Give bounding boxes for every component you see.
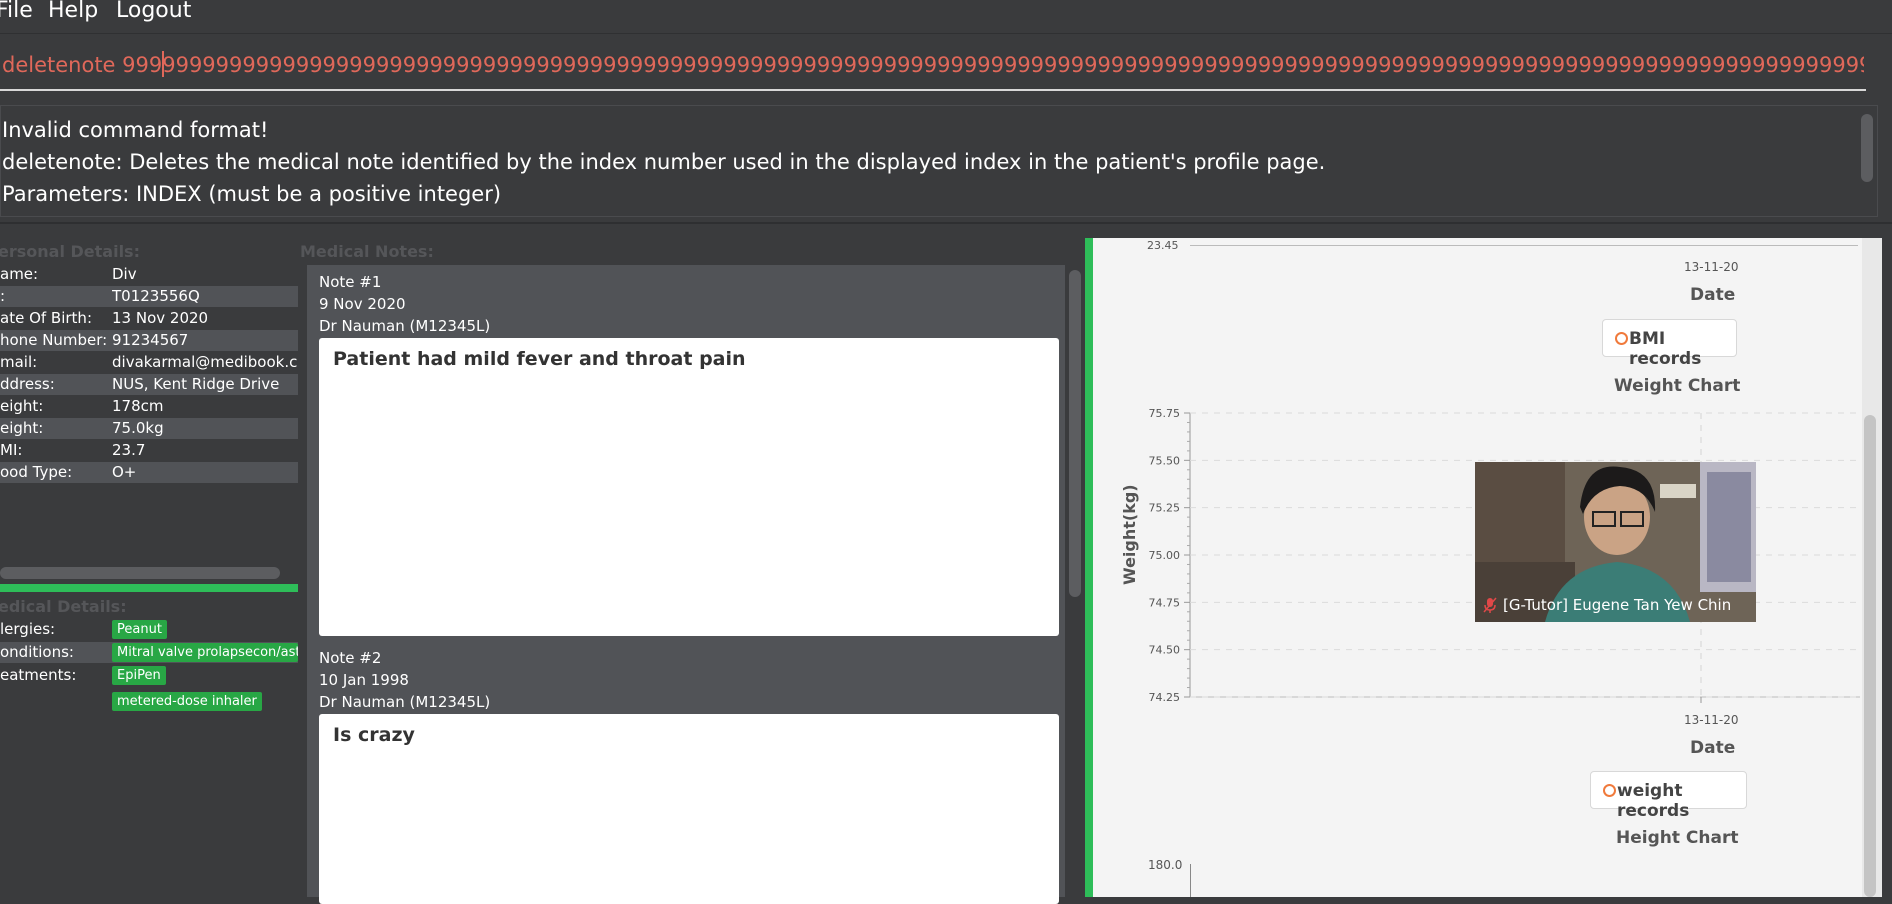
bmi-x-label: Date [1690,285,1736,305]
allergy-tag: Peanut [112,620,167,639]
weight-y-tick-label: 75.00 [1149,549,1181,562]
note-content: Patient had mild fever and throat pain [333,348,746,370]
note-card-1[interactable]: Note #1 9 Nov 2020 Dr Nauman (M12345L) P… [307,265,1065,642]
note-content: Is crazy [333,724,415,746]
personal-row: mail: divakarmal@medibook.co [0,352,298,373]
command-input[interactable]: deletenote 99999999999999999999999999999… [2,53,1864,77]
note-content-box: Is crazy [319,714,1059,904]
height-y-tick: 180.0 [1148,858,1183,872]
bmi-x-axis [1190,245,1858,246]
weight-y-label: Weight(kg) [1120,484,1139,585]
weight-y-tick-label: 75.75 [1149,407,1181,420]
personal-field-label: hone Number: [0,331,108,349]
personal-field-value: O+ [112,463,137,481]
personal-field-value: 75.0kg [112,419,164,437]
result-line-1: Invalid command format! [2,118,269,142]
personal-row: ate Of Birth: 13 Nov 2020 [0,308,298,329]
treatment-tag-1: EpiPen [112,666,166,685]
treatment-tag-2: metered-dose inhaler [112,692,262,711]
personal-field-label: ate Of Birth: [0,309,92,327]
personal-field-value: 13 Nov 2020 [112,309,209,327]
result-display: Invalid command format! deletenote: Dele… [0,105,1878,217]
personal-field-label: eight: [0,419,44,437]
video-call-tile[interactable]: [G-Tutor] Eugene Tan Yew Chin [1475,462,1756,622]
personal-field-value: Div [112,265,137,283]
personal-field-value: NUS, Kent Ridge Drive [112,375,280,393]
text-caret [162,51,164,77]
note-doctor: Dr Nauman (M12345L) [319,317,491,335]
bmi-x-tick: 13-11-20 [1684,260,1739,274]
medical-details-title: edical Details: [0,597,127,616]
weight-y-tick-label: 75.50 [1149,454,1181,467]
height-y-axis [1190,864,1191,897]
weight-y-tick-label: 75.25 [1149,502,1181,515]
weight-x-label: Date [1690,738,1736,758]
note-content-box: Patient had mild fever and throat pain [319,338,1059,636]
personal-field-value: divakarmal@medibook.co [112,353,298,371]
personal-row: ddress: NUS, Kent Ridge Drive [0,374,298,395]
personal-field-label: mail: [0,353,38,371]
chart-scrollbar[interactable] [1864,415,1876,897]
personal-field-label: ame: [0,265,39,283]
personal-field-value: 23.7 [112,441,146,459]
bmi-y-tick: 23.45 [1147,239,1179,252]
note-number: Note #1 [319,273,382,291]
personal-field-label: eight: [0,397,44,415]
personal-field-value: 178cm [112,397,164,415]
personal-row: ame: Div [0,264,298,285]
personal-horizontal-scrollbar[interactable] [0,567,280,579]
personal-field-label: MI: [0,441,23,459]
menu-file[interactable]: File [0,0,33,23]
weight-y-tick-label: 74.50 [1149,644,1181,657]
command-box[interactable]: deletenote 99999999999999999999999999999… [0,35,1880,95]
note-date: 10 Jan 1998 [319,671,409,689]
divider [0,222,1892,224]
section-divider-bar [0,584,298,592]
personal-row: : T0123556Q [0,286,298,307]
note-number: Note #2 [319,649,382,667]
weight-x-tick: 13-11-20 [1684,713,1739,727]
personal-field-label: ddress: [0,375,55,393]
personal-field-value: T0123556Q [112,287,200,305]
personal-field-label: : [0,287,6,305]
note-card-2[interactable]: Note #2 10 Jan 1998 Dr Nauman (M12345L) … [307,642,1065,904]
menu-logout[interactable]: Logout [116,0,191,23]
weight-y-tick-label: 74.25 [1149,691,1181,704]
treatments-label: eatments: [0,666,77,684]
weight-y-tick-label: 74.75 [1149,596,1181,609]
personal-row: hone Number: 91234567 [0,330,298,351]
weight-legend-label: weight records [1617,781,1690,821]
menu-bar: File Help Logout [0,0,1892,34]
result-line-3: Parameters: INDEX (must be a positive in… [2,182,502,206]
note-date: 9 Nov 2020 [319,295,406,313]
bmi-legend-label: BMI records [1629,329,1702,369]
conditions-label: onditions: [0,643,74,661]
height-chart-title: Height Chart [1616,828,1739,848]
allergies-label: lergies: [0,620,56,638]
note-doctor: Dr Nauman (M12345L) [319,693,491,711]
personal-field-label: ood Type: [0,463,73,481]
notes-scrollbar[interactable] [1069,270,1081,597]
personal-details-title: ersonal Details: [0,242,140,261]
medical-notes-title: Medical Notes: [300,242,434,261]
result-line-2: deletenote: Deletes the medical note ide… [2,150,1326,174]
menu-help[interactable]: Help [48,0,98,23]
legend-marker-icon [1603,784,1616,797]
personal-row: MI: 23.7 [0,440,298,461]
personal-row: ood Type: O+ [0,462,298,483]
condition-tag: Mitral valve prolapsecon/asth [112,643,298,662]
personal-row: eight: 178cm [0,396,298,417]
chart-panel-accent [1085,238,1093,897]
weight-legend: weight records [1590,771,1747,821]
result-scrollbar[interactable] [1861,114,1873,182]
command-underline [0,89,1866,91]
weight-chart-title: Weight Chart [1614,376,1741,396]
participant-name: [G-Tutor] Eugene Tan Yew Chin [1503,596,1732,614]
personal-field-value: 91234567 [112,331,189,349]
legend-marker-icon [1615,332,1628,345]
muted-mic-icon [1483,597,1497,613]
bmi-legend: BMI records [1602,319,1737,369]
personal-row: eight: 75.0kg [0,418,298,439]
